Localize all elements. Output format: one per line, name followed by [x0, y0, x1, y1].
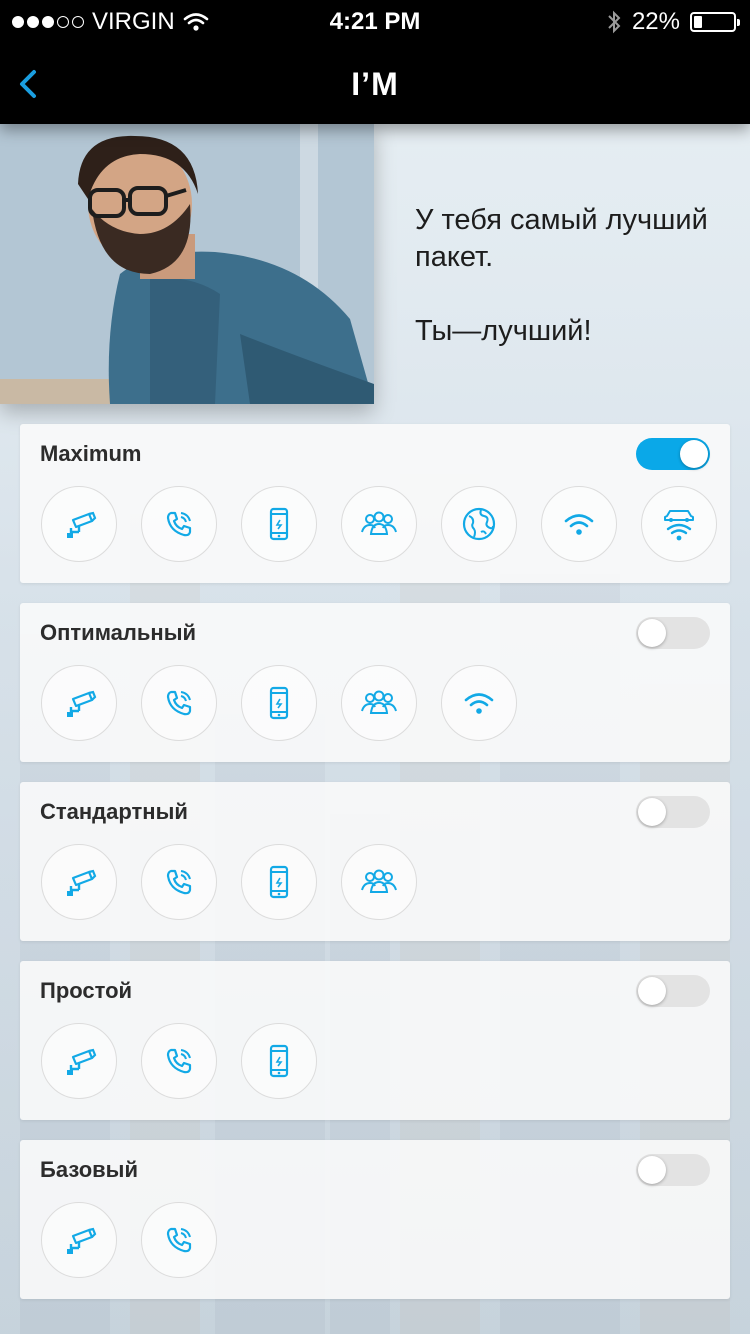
- toggle-knob: [638, 798, 666, 826]
- plan-features: [41, 844, 417, 920]
- phone-call-icon: [159, 504, 199, 544]
- feature-mobile-button[interactable]: [241, 486, 317, 562]
- plan-card: Оптимальный: [20, 603, 730, 762]
- mobile-phone-icon: [259, 504, 299, 544]
- mobile-phone-icon: [259, 683, 299, 723]
- security-camera-icon: [59, 683, 99, 723]
- feature-mobile-button[interactable]: [241, 844, 317, 920]
- plan-features: [41, 665, 517, 741]
- toggle-knob: [638, 619, 666, 647]
- feature-phone-button[interactable]: [141, 1202, 217, 1278]
- feature-group-button[interactable]: [341, 486, 417, 562]
- phone-call-icon: [159, 862, 199, 902]
- feature-car-wifi-button[interactable]: [641, 486, 717, 562]
- security-camera-icon: [59, 1220, 99, 1260]
- hero-line-1: У тебя самый лучший пакет.: [415, 204, 708, 273]
- plan-card: Стандартный: [20, 782, 730, 941]
- feature-mobile-button[interactable]: [241, 1023, 317, 1099]
- mobile-phone-icon: [259, 1041, 299, 1081]
- feature-group-button[interactable]: [341, 665, 417, 741]
- wifi-icon: [459, 683, 499, 723]
- security-camera-icon: [59, 1041, 99, 1081]
- feature-phone-button[interactable]: [141, 844, 217, 920]
- battery-icon: [690, 12, 740, 32]
- feature-globe-button[interactable]: [441, 486, 517, 562]
- status-bar: VIRGIN 4:21 PM 22%: [0, 0, 750, 44]
- feature-group-button[interactable]: [341, 844, 417, 920]
- plan-toggle[interactable]: [636, 975, 710, 1007]
- plan-name: Maximum: [40, 441, 142, 466]
- plan-features: [41, 1202, 217, 1278]
- feature-camera-button[interactable]: [41, 1202, 117, 1278]
- feature-phone-button[interactable]: [141, 1023, 217, 1099]
- toggle-knob: [638, 977, 666, 1005]
- battery-percentage: 22%: [631, 8, 680, 35]
- group-users-icon: [359, 862, 399, 902]
- feature-phone-button[interactable]: [141, 665, 217, 741]
- hero-section: У тебя самый лучший пакет. Ты—лучший!: [0, 124, 750, 404]
- hero-message: У тебя самый лучший пакет. Ты—лучший!: [415, 202, 735, 350]
- group-users-icon: [359, 504, 399, 544]
- plan-card: Простой: [20, 961, 730, 1120]
- phone-call-icon: [159, 683, 199, 723]
- bluetooth-icon: [608, 10, 621, 34]
- feature-camera-button[interactable]: [41, 1023, 117, 1099]
- phone-call-icon: [159, 1041, 199, 1081]
- navigation-bar: I’M: [0, 44, 750, 124]
- security-camera-icon: [59, 504, 99, 544]
- plan-features: [41, 486, 717, 562]
- plan-name: Стандартный: [40, 799, 188, 824]
- plan-toggle[interactable]: [636, 617, 710, 649]
- feature-camera-button[interactable]: [41, 844, 117, 920]
- mobile-phone-icon: [259, 862, 299, 902]
- feature-wifi-button[interactable]: [541, 486, 617, 562]
- hero-line-2: Ты—лучший!: [415, 315, 592, 347]
- security-camera-icon: [59, 862, 99, 902]
- plan-name: Оптимальный: [40, 620, 197, 645]
- phone-call-icon: [159, 1220, 199, 1260]
- plan-toggle[interactable]: [636, 1154, 710, 1186]
- wifi-icon: [559, 504, 599, 544]
- plan-toggle[interactable]: [636, 438, 710, 470]
- toggle-knob: [680, 440, 708, 468]
- plan-features: [41, 1023, 317, 1099]
- page-title: I’M: [351, 66, 399, 102]
- group-users-icon: [359, 683, 399, 723]
- plan-card: Базовый: [20, 1140, 730, 1299]
- plan-name: Простой: [40, 978, 133, 1003]
- feature-phone-button[interactable]: [141, 486, 217, 562]
- feature-mobile-button[interactable]: [241, 665, 317, 741]
- plan-toggle[interactable]: [636, 796, 710, 828]
- globe-icon: [459, 504, 499, 544]
- car-wifi-icon: [659, 504, 699, 544]
- plan-card: Maximum: [20, 424, 730, 583]
- feature-camera-button[interactable]: [41, 486, 117, 562]
- toggle-knob: [638, 1156, 666, 1184]
- feature-camera-button[interactable]: [41, 665, 117, 741]
- plan-name: Базовый: [40, 1157, 138, 1182]
- feature-wifi-button[interactable]: [441, 665, 517, 741]
- profile-photo: [0, 124, 374, 404]
